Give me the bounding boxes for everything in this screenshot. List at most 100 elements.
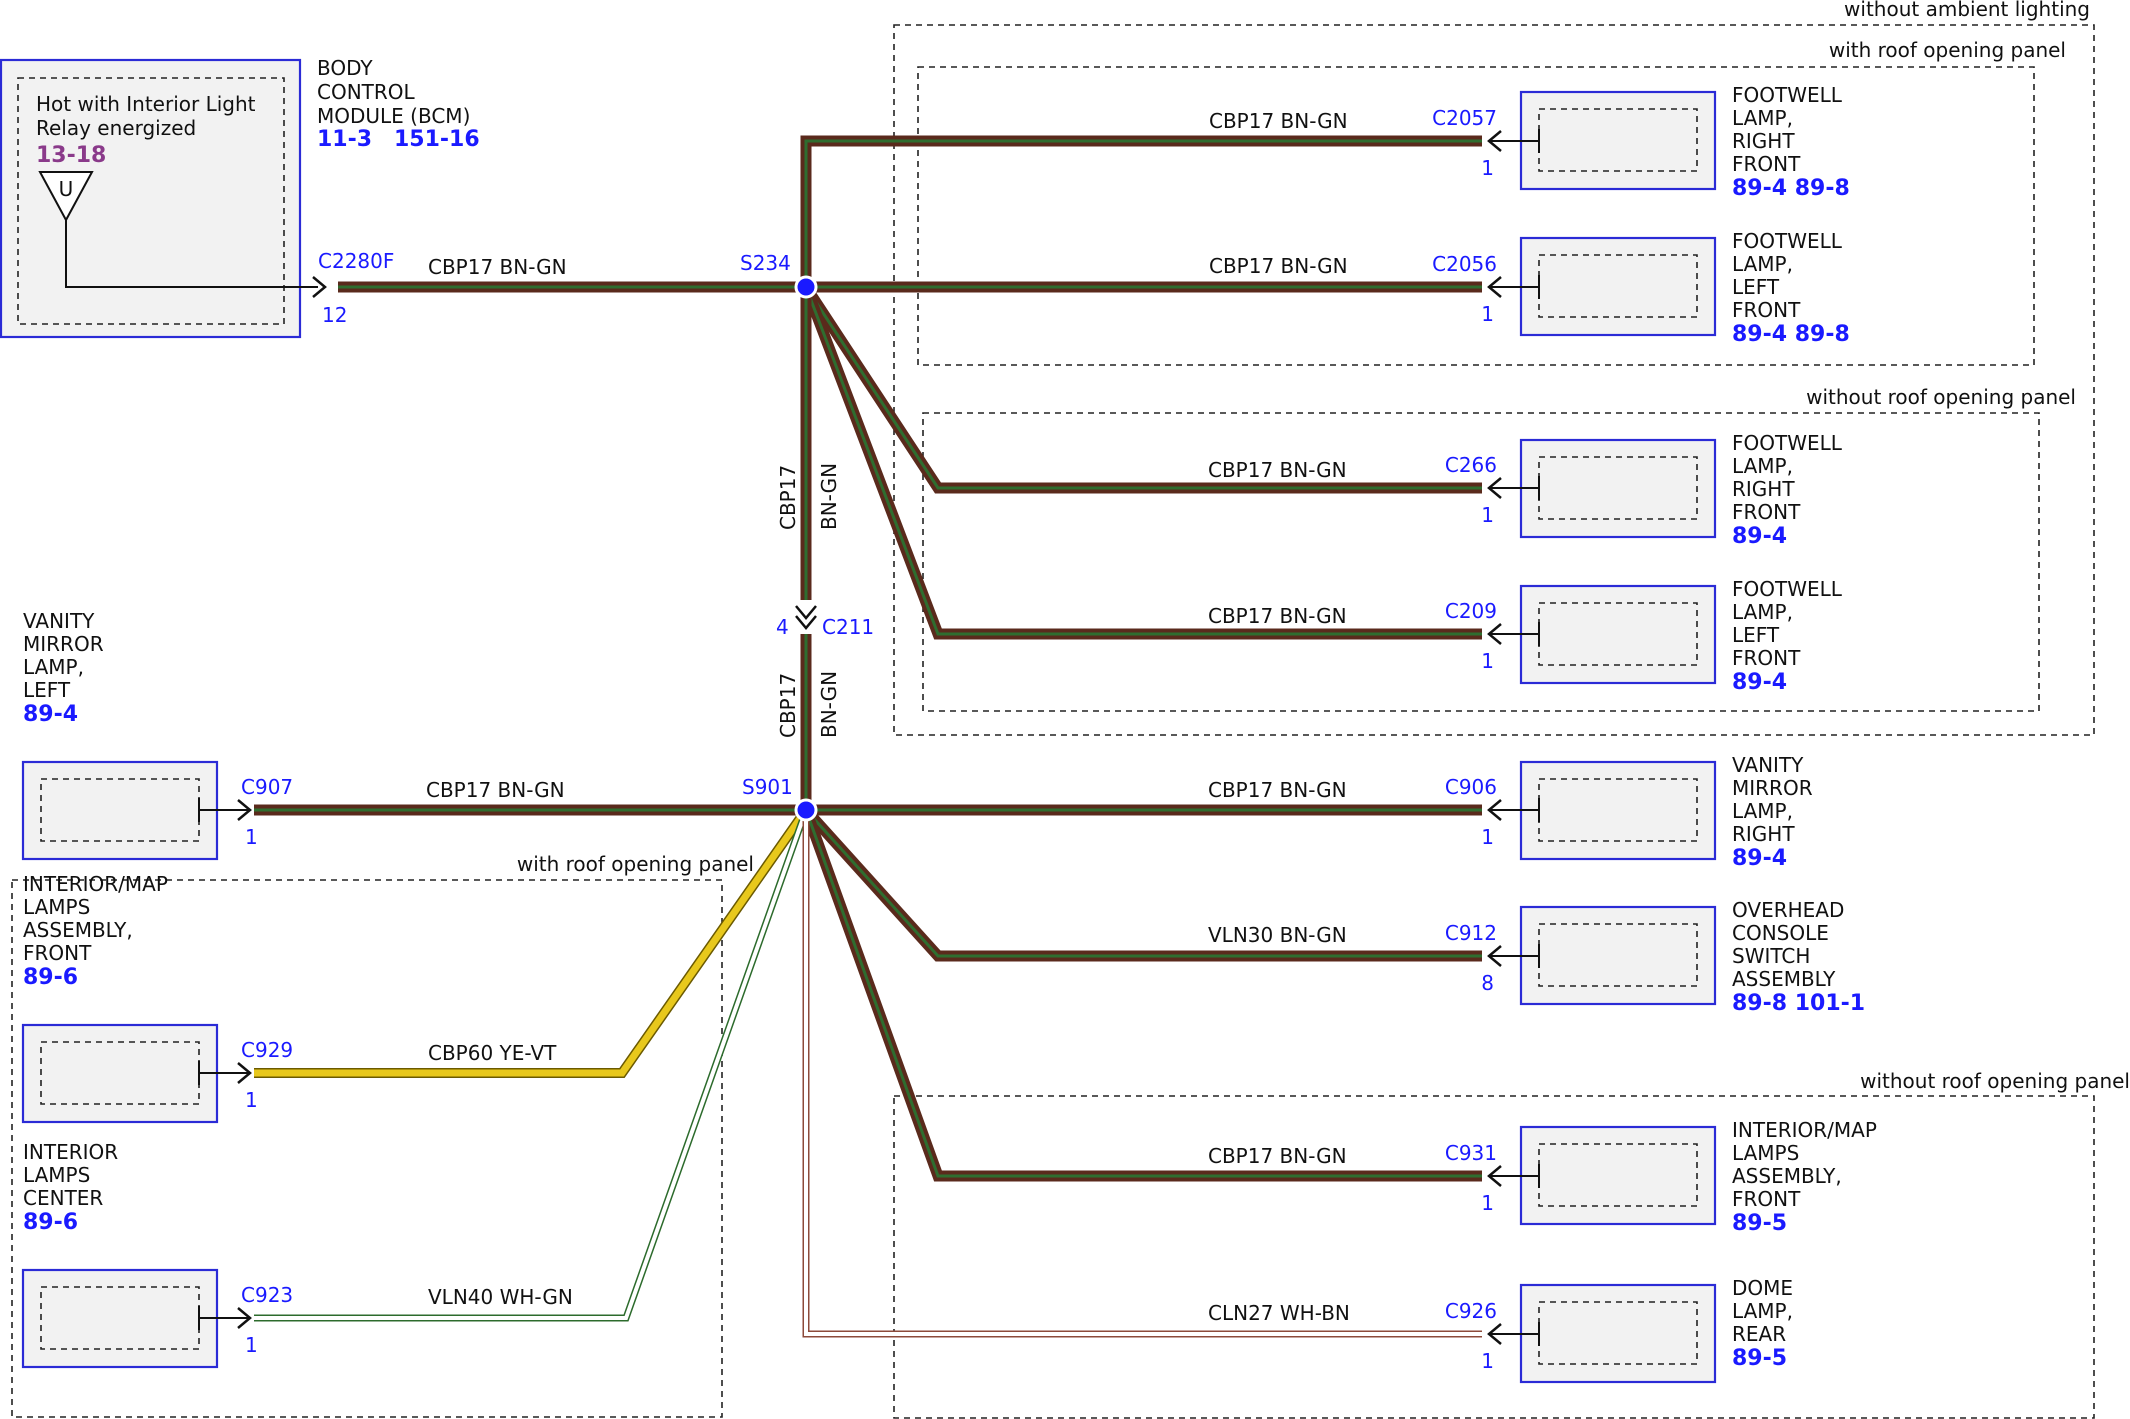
component-c923[interactable]: C923 1 INTERIORLAMPSCENTER89-6 [21,1140,293,1369]
component-name-c912-1: CONSOLE [1732,921,1829,945]
connector-id-c931[interactable]: C931 [1445,1141,1497,1165]
wire-label-c912: VLN30 BN-GN [1208,923,1347,947]
component-name-c923-1: LAMPS [23,1163,90,1187]
connector-pin-c266: 1 [1481,503,1494,527]
connector-pin-c923: 1 [245,1333,258,1357]
wire-label-c923: VLN40 WH-GN [428,1285,573,1309]
connector-id-c2056[interactable]: C2056 [1432,252,1497,276]
component-name-c2056-2: LEFT [1732,275,1780,299]
bcm-name-3: MODULE (BCM) [317,104,470,128]
component-name-c906-2: LAMP, [1732,799,1793,823]
connector-id-c912[interactable]: C912 [1445,921,1497,945]
connector-pin-c2056: 1 [1481,302,1494,326]
connector-id-c923[interactable]: C923 [241,1283,293,1307]
component-name-c266-3: FRONT [1732,500,1801,524]
connector-id-c2057[interactable]: C2057 [1432,106,1497,130]
wire-s901-c931[interactable] [800,808,1482,1182]
zone-label-without-roof-opening-top: without roof opening panel [1806,385,2076,409]
component-ref-c209: 89-4 [1732,670,1787,695]
splice-s234[interactable] [794,275,818,299]
wire-label-c926: CLN27 WH-BN [1208,1301,1350,1325]
wire-label-c2057: CBP17 BN-GN [1209,109,1348,133]
component-c926[interactable]: C926 1 DOMELAMP,REAR89-5 [1445,1276,1793,1384]
wire-label-vertical-circuit-upper: CBP17 [776,465,800,530]
component-c266[interactable]: C266 1 FOOTWELLLAMP,RIGHTFRONT89-4 [1445,431,1843,549]
wire-s901-c912[interactable] [801,806,1482,962]
component-name-c923-2: CENTER [23,1186,103,1210]
component-name-c2056-0: FOOTWELL [1732,229,1843,253]
connector-pin-c906: 1 [1481,825,1494,849]
connector-id-c209[interactable]: C209 [1445,599,1497,623]
bcm-inner-text-1: Hot with Interior Light [36,92,256,116]
wire-label-c2056: CBP17 BN-GN [1209,254,1348,278]
connector-pin-c907: 1 [245,825,258,849]
component-name-c926-0: DOME [1732,1276,1793,1300]
component-c929[interactable]: C929 1 INTERIOR/MAPLAMPSASSEMBLY,FRONT89-6 [21,872,293,1124]
wire-label-c929: CBP60 YE-VT [428,1041,557,1065]
wire-s234-c2057[interactable] [800,135,1482,287]
component-name-c923-0: INTERIOR [23,1140,118,1164]
component-name-c929-1: LAMPS [23,895,90,919]
connector-pin-c931: 1 [1481,1191,1494,1215]
component-name-c2057-3: FRONT [1732,152,1801,176]
component-ref-c923: 89-6 [23,1210,78,1235]
component-ref-c912: 89-8 101-1 [1732,991,1865,1016]
component-c912[interactable]: C912 8 OVERHEADCONSOLESWITCHASSEMBLY89-8 1… [1445,898,1865,1016]
component-name-c2056-1: LAMP, [1732,252,1793,276]
connector-id-c266[interactable]: C266 [1445,453,1497,477]
component-name-c209-1: LAMP, [1732,600,1793,624]
component-c906[interactable]: C906 1 VANITYMIRRORLAMP,RIGHT89-4 [1445,753,1813,871]
wire-s234-c209[interactable] [800,285,1482,640]
inline-connector-c211-icon [795,605,817,630]
connector-id-c906[interactable]: C906 [1445,775,1497,799]
connector-id-c907[interactable]: C907 [241,775,293,799]
bcm-ref-2: 151-16 [394,127,480,152]
connector-pin-c912: 8 [1481,971,1494,995]
component-name-c931-2: ASSEMBLY, [1732,1164,1842,1188]
component-name-c926-1: LAMP, [1732,1299,1793,1323]
connector-id-c926[interactable]: C926 [1445,1299,1497,1323]
component-name-c906-3: RIGHT [1732,822,1795,846]
component-name-c2057-2: RIGHT [1732,129,1795,153]
component-ref-c906: 89-4 [1732,846,1787,871]
component-name-c929-2: ASSEMBLY, [23,918,133,942]
component-name-c907-2: LAMP, [23,655,84,679]
component-ref-c2056: 89-4 89-8 [1732,322,1850,347]
component-name-c931-3: FRONT [1732,1187,1801,1211]
component-c931[interactable]: C931 1 INTERIOR/MAPLAMPSASSEMBLY,FRONT89-5 [1445,1118,1877,1236]
wire-label-vertical-circuit-lower: CBP17 [776,673,800,738]
component-name-c2057-1: LAMP, [1732,106,1793,130]
component-ref-c907: 89-4 [23,702,78,727]
component-name-c209-3: FRONT [1732,646,1801,670]
wire-label-c907: CBP17 BN-GN [426,778,565,802]
component-ref-c929: 89-6 [23,965,78,990]
component-c209[interactable]: C209 1 FOOTWELLLAMP,LEFTFRONT89-4 [1445,577,1843,695]
splice-s901[interactable] [794,798,818,822]
bcm-connector-id[interactable]: C2280F [318,249,394,273]
wire-label-c266: CBP17 BN-GN [1208,458,1347,482]
bcm-module[interactable]: Hot with Interior Light Relay energized … [0,58,318,339]
component-name-c266-1: LAMP, [1732,454,1793,478]
wire-label-c931: CBP17 BN-GN [1208,1144,1347,1168]
connector-id-c929[interactable]: C929 [241,1038,293,1062]
component-name-c906-0: VANITY [1732,753,1804,777]
connector-pin-c926: 1 [1481,1349,1494,1373]
component-name-c907-1: MIRROR [23,632,104,656]
connector-pin-c209: 1 [1481,649,1494,673]
wire-s234-c266[interactable] [801,283,1482,494]
component-c2056[interactable]: C2056 1 FOOTWELLLAMP,LEFTFRONT89-4 89-8 [1432,229,1850,347]
zone-label-with-roof-opening-left: with roof opening panel [517,852,754,876]
wiring-diagram: without ambient lighting with roof openi… [0,0,2130,1419]
component-name-c929-0: INTERIOR/MAP [23,872,168,896]
component-name-c209-2: LEFT [1732,623,1780,647]
component-name-c926-2: REAR [1732,1322,1786,1346]
component-name-c912-2: SWITCH [1732,944,1810,968]
component-ref-c266: 89-4 [1732,524,1787,549]
inline-connector-c211-id[interactable]: C211 [822,615,874,639]
component-name-c2056-3: FRONT [1732,298,1801,322]
bcm-name-2: CONTROL [317,80,416,104]
splice-s234-label: S234 [740,251,791,275]
component-c2057[interactable]: C2057 1 FOOTWELLLAMP,RIGHTFRONT89-4 89-8 [1432,83,1850,201]
wire-s901-c926[interactable] [802,810,1482,1338]
component-c907[interactable]: C907 1 VANITYMIRRORLAMP,LEFT89-4 [21,609,293,861]
